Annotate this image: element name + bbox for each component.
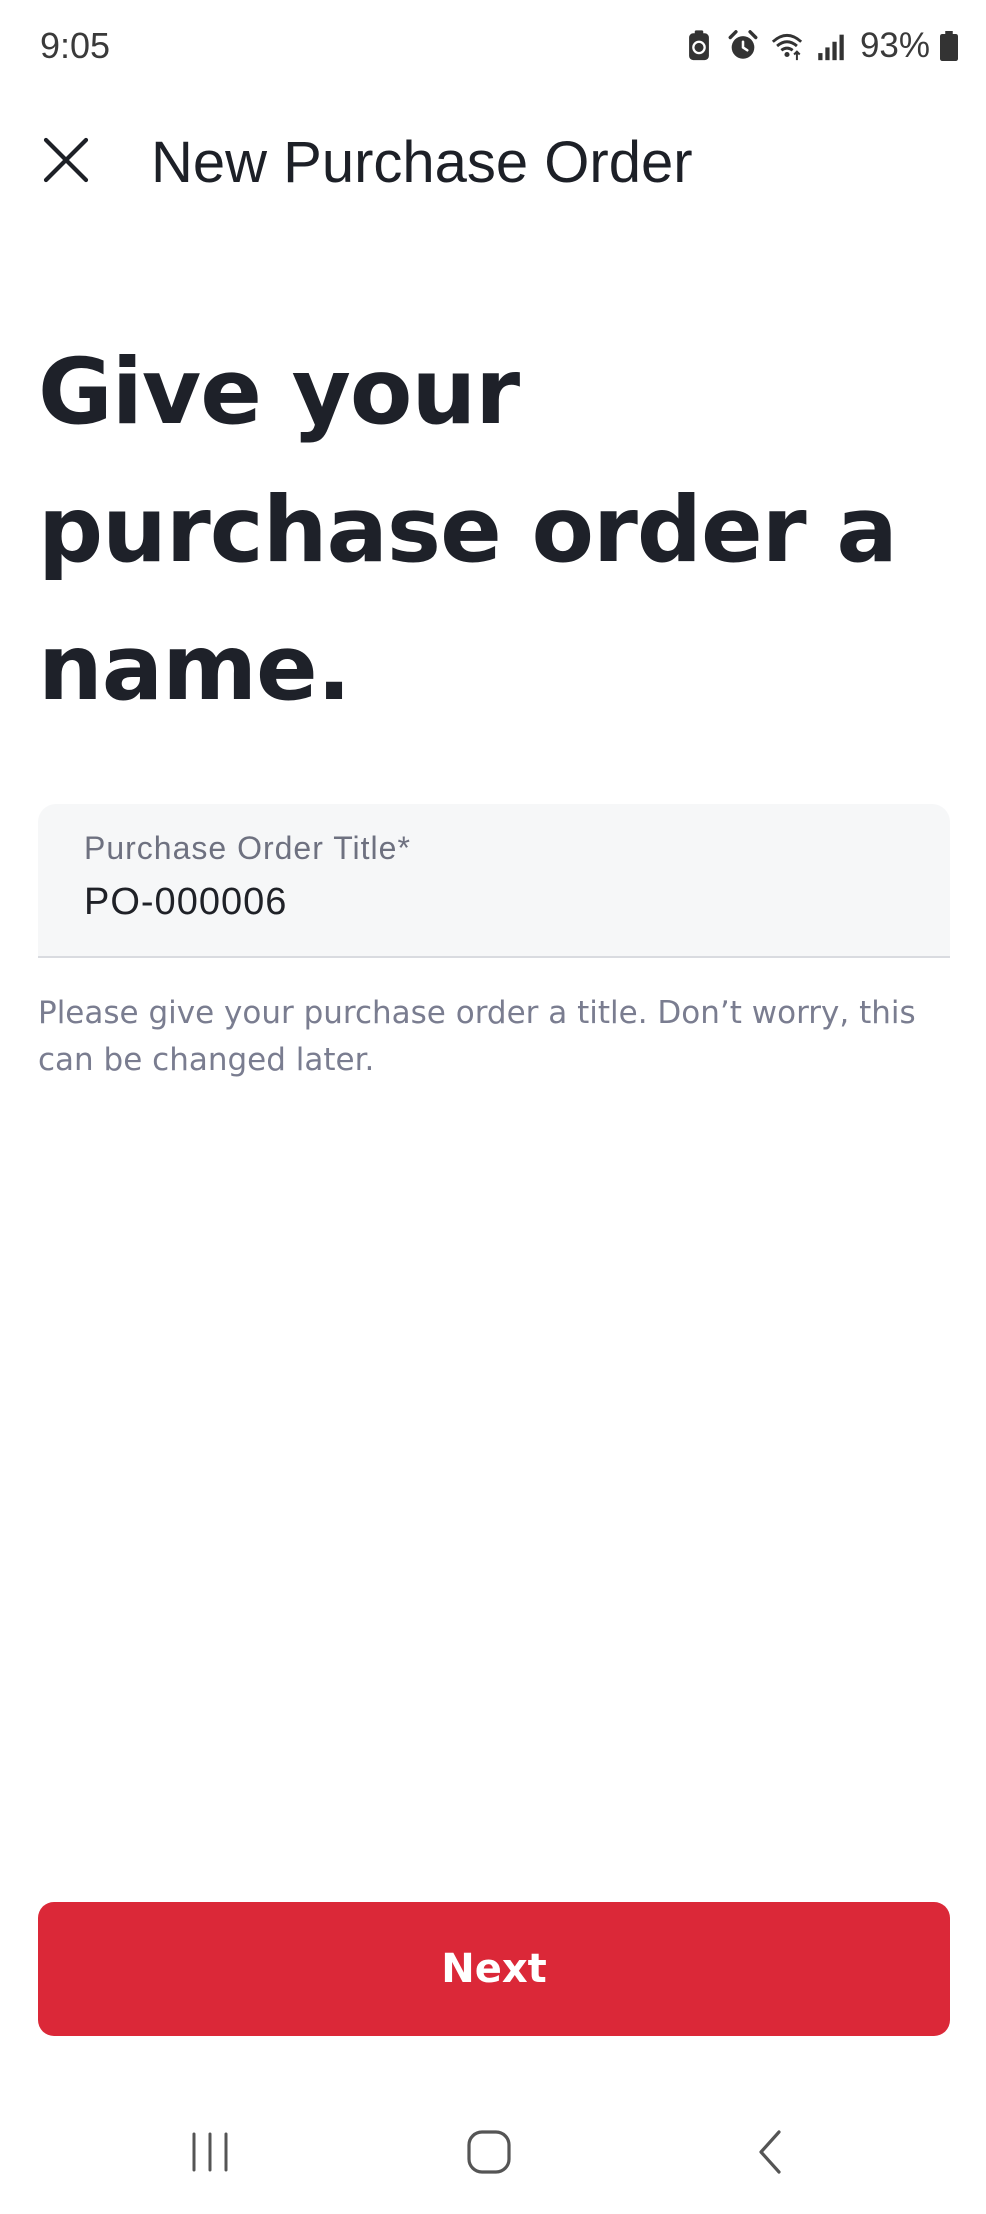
status-bar: 9:05 93%	[0, 0, 986, 92]
battery-percent: 93%	[859, 26, 930, 65]
purchase-order-title-field[interactable]: Purchase Order Title*	[38, 804, 950, 958]
alarm-icon	[726, 29, 760, 63]
purchase-order-title-input[interactable]	[84, 878, 884, 926]
headline: Give your purchase order a name.	[38, 340, 898, 721]
back-icon	[751, 2126, 791, 2178]
helper-text: Please give your purchase order a title.…	[38, 995, 916, 1078]
system-nav-bar	[0, 2090, 986, 2214]
app-bar: New Purchase Order	[0, 112, 986, 208]
battery-saver-icon	[682, 29, 716, 63]
status-icons: 93%	[682, 24, 958, 68]
home-icon	[463, 2126, 515, 2178]
signal-icon	[814, 29, 848, 63]
recents-button[interactable]	[165, 2112, 255, 2192]
close-icon	[40, 134, 92, 191]
battery-icon	[940, 31, 958, 61]
close-button[interactable]	[34, 130, 98, 194]
status-time: 9:05	[40, 25, 111, 66]
field-label: Purchase Order Title*	[84, 830, 411, 866]
next-button-label: Next	[441, 1946, 547, 1992]
recents-icon	[186, 2128, 234, 2176]
back-button[interactable]	[726, 2112, 816, 2192]
page-title: New Purchase Order	[151, 130, 693, 195]
next-button[interactable]: Next	[38, 1902, 950, 2036]
wifi-icon	[770, 29, 804, 63]
home-button[interactable]	[444, 2112, 534, 2192]
